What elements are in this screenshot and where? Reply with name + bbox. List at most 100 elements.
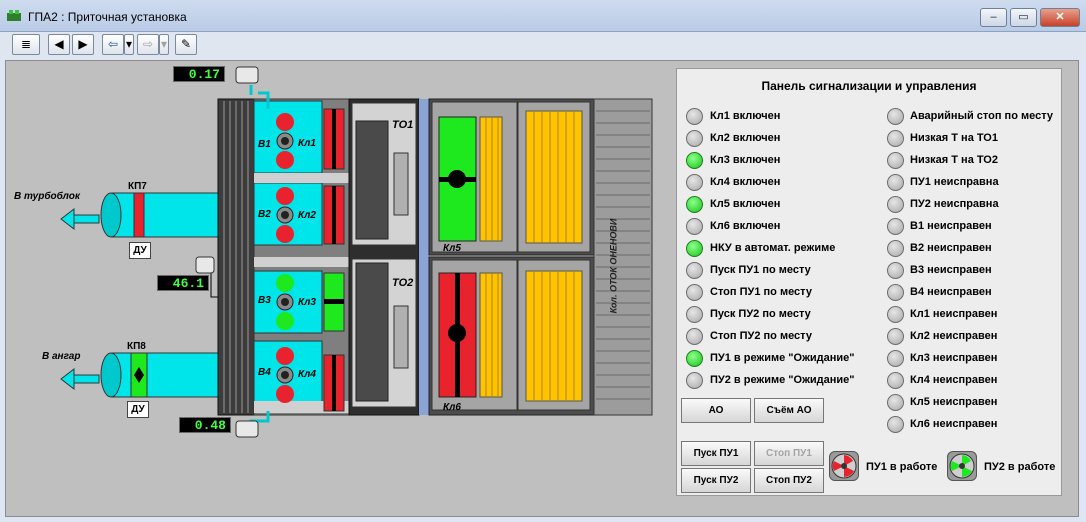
maximize-button[interactable]: ▭: [1010, 8, 1037, 27]
indicator-label: Кл5 неисправен: [910, 396, 998, 408]
indicator-label: Кл3 включен: [710, 154, 781, 166]
indicator-label: Пуск ПУ1 по месту: [710, 264, 811, 276]
indicator-light-icon: [887, 174, 904, 191]
arrow-to-hangar: [60, 367, 75, 391]
indicator-label: В4 неисправен: [910, 286, 992, 298]
damper-kl3: [276, 274, 294, 330]
next-icon[interactable]: ▶: [72, 34, 94, 55]
damper-kl1: [276, 113, 294, 169]
indicator-light-icon: [686, 328, 703, 345]
pin-icon[interactable]: ✎: [175, 34, 197, 55]
pressure-reading-top: 0.17: [173, 66, 225, 82]
indicator-label: Аварийный стоп по месту: [910, 110, 1053, 122]
stop-pu2-button[interactable]: Стоп ПУ2: [754, 468, 824, 493]
pu2-status-label: ПУ2 в работе: [984, 461, 1056, 473]
indicator-light-icon: [887, 152, 904, 169]
ao-reset-button[interactable]: Съём АО: [754, 398, 824, 423]
damper-kl2: [276, 187, 294, 243]
indicator-label: Низкая Т на ТО1: [910, 132, 998, 144]
du-button-kp7[interactable]: ДУ: [129, 242, 151, 259]
label-v3: В3: [258, 295, 271, 306]
indicator-light-icon: [686, 196, 703, 213]
indicator-label: ПУ2 неисправна: [910, 198, 999, 210]
indicator-light-icon: [686, 306, 703, 323]
label-kl2: Кл2: [298, 210, 316, 221]
indicator-light-icon: [686, 350, 703, 367]
start-pu2-button[interactable]: Пуск ПУ2: [681, 468, 751, 493]
toolbar: ≣ ◀ ▶ ⇦ ▾ ⇨ ▾ ✎: [0, 32, 1086, 58]
label-kl1: Кл1: [298, 138, 316, 149]
forward-dropdown-icon[interactable]: ▾: [159, 34, 169, 55]
scheme-canvas: 0.17 46.1 0.48 В турбоблок В ангар КП7 К…: [5, 60, 1079, 517]
app-icon: [7, 10, 21, 21]
label-to2: ТО2: [392, 277, 414, 289]
label-kp8: КП8: [127, 341, 146, 352]
indicator-light-icon: [887, 284, 904, 301]
indicator-label: Кл2 включен: [710, 132, 781, 144]
indicator-light-icon: [686, 218, 703, 235]
temperature-sensor: [195, 256, 215, 274]
indicator-light-icon: [686, 372, 703, 389]
pressure-sensor-top: [235, 66, 259, 84]
indicator-light-icon: [686, 284, 703, 301]
indicator-light-icon: [686, 262, 703, 279]
stop-pu1-button[interactable]: Стоп ПУ1: [754, 441, 824, 466]
indicator-light-icon: [887, 394, 904, 411]
indicator-label: Кл1 включен: [710, 110, 781, 122]
forward-arrow-icon[interactable]: ⇨: [137, 34, 159, 55]
back-dropdown-icon[interactable]: ▾: [124, 34, 134, 55]
label-to1: ТО1: [392, 119, 414, 131]
panel-title: Панель сигнализации и управления: [761, 79, 977, 93]
minimize-button[interactable]: ‒: [980, 8, 1007, 27]
window-title: ГПА2 : Приточная установка: [28, 10, 187, 24]
du-button-kp8[interactable]: ДУ: [127, 401, 149, 418]
indicator-label: Низкая Т на ТО2: [910, 154, 998, 166]
back-arrow-icon[interactable]: ⇦: [102, 34, 124, 55]
kp7-damper: [133, 192, 145, 238]
arrow-to-turboblock: [60, 207, 75, 231]
label-vertical: Кол. ОТОК ОНЕНОВИ: [608, 218, 619, 314]
indicator-label: Стоп ПУ2 по месту: [710, 330, 812, 342]
label-v1: В1: [258, 139, 271, 150]
indicator-light-icon: [887, 218, 904, 235]
indicator-label: Кл4 включен: [710, 176, 781, 188]
label-v2: В2: [258, 209, 271, 220]
indicator-light-icon: [887, 350, 904, 367]
indicator-light-icon: [887, 306, 904, 323]
ventilation-scheme: [60, 66, 653, 438]
duct-outlet-top: [100, 192, 122, 238]
label-hangar: В ангар: [42, 351, 81, 362]
indicator-label: ПУ2 в режиме "Ожидание": [710, 374, 855, 386]
indicator-light-icon: [887, 262, 904, 279]
indicator-light-icon: [887, 416, 904, 433]
indicator-label: НКУ в автомат. режиме: [710, 242, 836, 254]
fan-pu2-icon: [947, 451, 977, 481]
indicator-label: В3 неисправен: [910, 264, 992, 276]
indicator-light-icon: [686, 130, 703, 147]
close-button[interactable]: ✕: [1040, 8, 1080, 27]
prev-icon[interactable]: ◀: [48, 34, 70, 55]
indicator-label: Кл2 неисправен: [910, 330, 998, 342]
indicator-light-icon: [686, 108, 703, 125]
label-kl3: Кл3: [298, 297, 316, 308]
indicator-label: Стоп ПУ1 по месту: [710, 286, 812, 298]
ao-button[interactable]: АО: [681, 398, 751, 423]
damper-kl4: [276, 347, 294, 403]
label-kl5: Кл5: [443, 243, 461, 254]
menu-icon[interactable]: ≣: [12, 34, 40, 55]
start-pu1-button[interactable]: Пуск ПУ1: [681, 441, 751, 466]
indicator-light-icon: [887, 240, 904, 257]
indicator-light-icon: [686, 174, 703, 191]
indicator-label: В1 неисправен: [910, 220, 992, 232]
indicator-label: Кл1 неисправен: [910, 308, 998, 320]
fan-pu1-icon: [829, 451, 859, 481]
indicator-label: Кл6 неисправен: [910, 418, 998, 430]
indicator-light-icon: [887, 130, 904, 147]
indicator-label: Пуск ПУ2 по месту: [710, 308, 811, 320]
indicator-label: ПУ1 в режиме "Ожидание": [710, 352, 855, 364]
indicator-label: Кл4 неисправен: [910, 374, 998, 386]
indicator-label: Кл6 включен: [710, 220, 781, 232]
duct-outlet-bottom: [100, 352, 122, 398]
indicator-label: Кл3 неисправен: [910, 352, 998, 364]
title-bar: ГПА2 : Приточная установка ‒ ▭ ✕: [0, 0, 1086, 32]
